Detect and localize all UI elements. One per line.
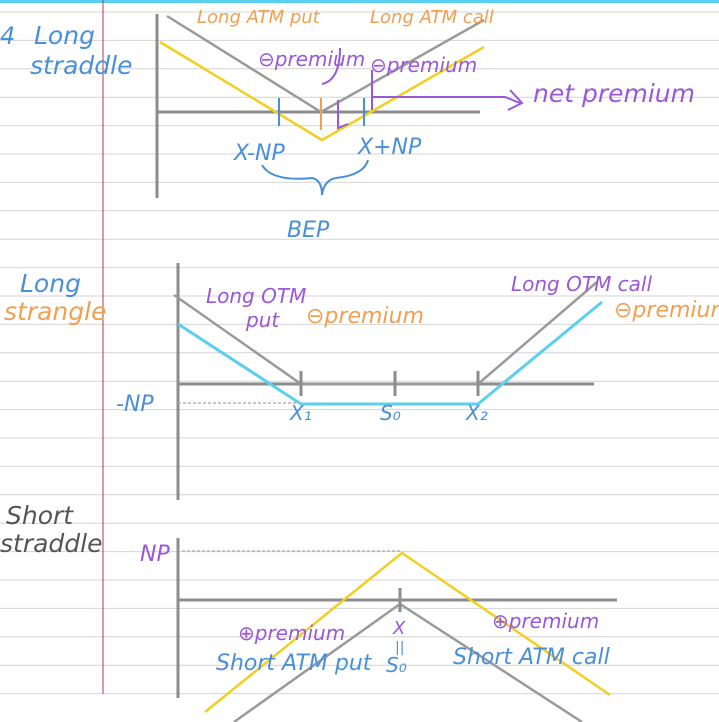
- long-otm-put-label-line1: Long OTM: [206, 284, 306, 308]
- strangle-call-premium: ⊖premium: [614, 298, 719, 323]
- s0-label: S₀: [386, 653, 407, 677]
- long-atm-call-label: Long ATM call: [370, 7, 494, 28]
- top-accent-bar: [0, 0, 719, 3]
- bep-label: BEP: [287, 218, 330, 243]
- neg-np-label: -NP: [116, 392, 154, 417]
- np-label: NP: [140, 542, 170, 567]
- short-call-premium: ⊕premium: [492, 609, 599, 633]
- put-premium-label: ⊖premium: [258, 47, 365, 71]
- x2-label: X₂: [465, 401, 488, 425]
- long-straddle-title-line1: Long: [34, 21, 95, 50]
- paper-background: [0, 0, 719, 722]
- long-strangle-title-line2: strangle: [4, 297, 106, 326]
- short-atm-call-label: Short ATM call: [453, 645, 610, 670]
- s0-label: S₀: [380, 401, 401, 425]
- long-otm-put-label-line2: put: [245, 308, 280, 332]
- short-straddle-title-line1: Short: [6, 501, 74, 530]
- call-premium-label: ⊖premium: [370, 53, 477, 77]
- strangle-put-premium: ⊖premium: [306, 304, 424, 329]
- strike-x-label: X: [392, 618, 406, 639]
- net-premium-label: net premium: [533, 79, 695, 108]
- long-otm-call-label: Long OTM call: [511, 272, 652, 296]
- short-straddle-title-line2: straddle: [0, 529, 103, 558]
- lower-bep-label: X-NP: [233, 141, 285, 166]
- long-straddle-title-line2: straddle: [30, 51, 133, 80]
- section-number: 4: [0, 22, 15, 50]
- short-put-premium: ⊕premium: [238, 621, 345, 645]
- long-atm-put-label: Long ATM put: [197, 7, 321, 28]
- long-strangle-title-line1: Long: [20, 269, 81, 298]
- notebook-page: 4 Long straddle Long ATM put Long ATM ca…: [0, 0, 719, 722]
- x1-label: X₁: [289, 401, 312, 425]
- short-atm-put-label: Short ATM put: [216, 651, 373, 676]
- upper-bep-label: X+NP: [357, 135, 422, 160]
